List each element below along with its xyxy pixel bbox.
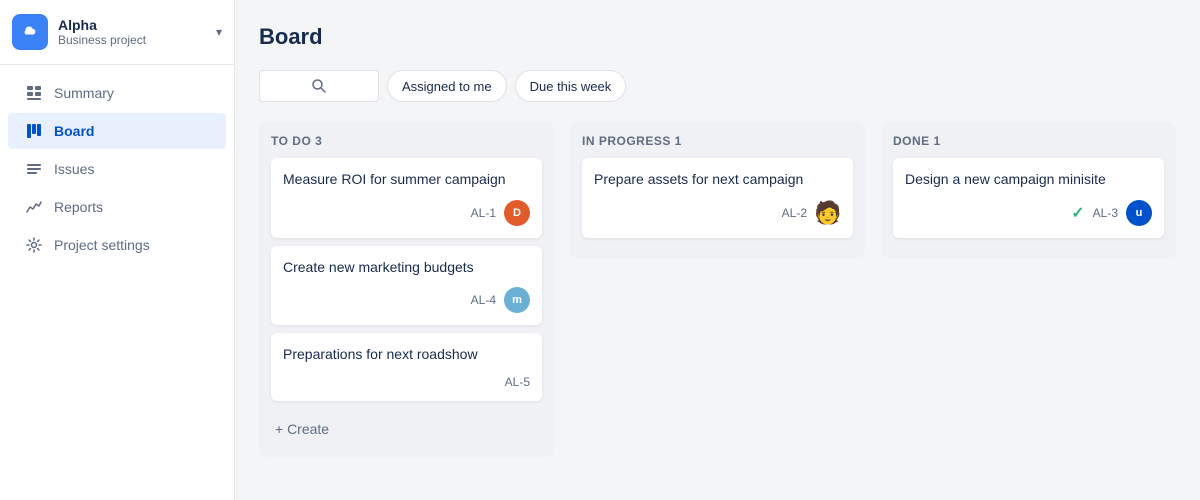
card-al3[interactable]: Design a new campaign minisite ✓ AL-3 u xyxy=(893,158,1164,238)
main-content: Board Assigned to me Due this week TO DO… xyxy=(235,0,1200,500)
card-al4-title: Create new marketing budgets xyxy=(283,258,530,278)
sidebar-item-issues[interactable]: Issues xyxy=(8,151,226,187)
column-done: DONE 1 Design a new campaign minisite ✓ … xyxy=(881,122,1176,258)
project-name-block: Alpha Business project xyxy=(58,17,216,48)
card-al3-avatar: u xyxy=(1126,200,1152,226)
column-inprogress: IN PROGRESS 1 Prepare assets for next ca… xyxy=(570,122,865,258)
card-al4-id: AL-4 xyxy=(471,293,496,307)
column-todo: TO DO 3 Measure ROI for summer campaign … xyxy=(259,122,554,457)
sidebar: Alpha Business project ▾ Summary Board I… xyxy=(0,0,235,500)
card-al3-footer: ✓ AL-3 u xyxy=(905,200,1152,226)
card-al2-avatar: 🧑 xyxy=(815,200,841,226)
settings-icon xyxy=(24,237,44,253)
card-al1-avatar: D xyxy=(504,200,530,226)
sidebar-item-board[interactable]: Board xyxy=(8,113,226,149)
sidebar-item-board-label: Board xyxy=(54,123,94,139)
board: TO DO 3 Measure ROI for summer campaign … xyxy=(259,122,1176,464)
card-al1-title: Measure ROI for summer campaign xyxy=(283,170,530,190)
card-al4-avatar: m xyxy=(504,287,530,313)
search-icon xyxy=(311,78,327,94)
sidebar-item-reports[interactable]: Reports xyxy=(8,189,226,225)
page-title: Board xyxy=(259,24,1176,50)
sidebar-item-reports-label: Reports xyxy=(54,199,103,215)
summary-icon xyxy=(24,85,44,101)
card-al1[interactable]: Measure ROI for summer campaign AL-1 D xyxy=(271,158,542,238)
sidebar-nav: Summary Board Issues Reports xyxy=(0,65,234,265)
create-card-button[interactable]: + Create xyxy=(271,413,542,445)
assigned-to-me-filter[interactable]: Assigned to me xyxy=(387,70,507,102)
card-al3-id: AL-3 xyxy=(1093,206,1118,220)
search-input[interactable] xyxy=(259,70,379,102)
check-icon: ✓ xyxy=(1071,203,1084,223)
chevron-down-icon: ▾ xyxy=(216,25,222,39)
card-al2[interactable]: Prepare assets for next campaign AL-2 🧑 xyxy=(582,158,853,238)
project-name: Alpha xyxy=(58,17,216,34)
card-al2-id: AL-2 xyxy=(782,206,807,220)
column-inprogress-title: IN PROGRESS 1 xyxy=(582,134,853,148)
card-al4-footer: AL-4 m xyxy=(283,287,530,313)
sidebar-item-summary[interactable]: Summary xyxy=(8,75,226,111)
sidebar-item-issues-label: Issues xyxy=(54,161,94,177)
card-al5-footer: AL-5 xyxy=(283,375,530,389)
column-done-title: DONE 1 xyxy=(893,134,1164,148)
toolbar: Assigned to me Due this week xyxy=(259,70,1176,102)
sidebar-item-settings-label: Project settings xyxy=(54,237,150,253)
project-avatar xyxy=(12,14,48,50)
card-al2-footer: AL-2 🧑 xyxy=(594,200,841,226)
card-al3-title: Design a new campaign minisite xyxy=(905,170,1152,190)
column-todo-title: TO DO 3 xyxy=(271,134,542,148)
card-al2-title: Prepare assets for next campaign xyxy=(594,170,841,190)
card-al1-id: AL-1 xyxy=(471,206,496,220)
issues-icon xyxy=(24,161,44,177)
card-al5-id: AL-5 xyxy=(505,375,530,389)
sidebar-item-project-settings[interactable]: Project settings xyxy=(8,227,226,263)
card-al4[interactable]: Create new marketing budgets AL-4 m xyxy=(271,246,542,326)
project-header[interactable]: Alpha Business project ▾ xyxy=(0,0,234,65)
card-al1-footer: AL-1 D xyxy=(283,200,530,226)
card-al5-title: Preparations for next roadshow xyxy=(283,345,530,365)
board-icon xyxy=(24,123,44,139)
card-al5[interactable]: Preparations for next roadshow AL-5 xyxy=(271,333,542,401)
reports-icon xyxy=(24,199,44,215)
sidebar-item-summary-label: Summary xyxy=(54,85,114,101)
project-subtitle: Business project xyxy=(58,33,216,47)
due-this-week-filter[interactable]: Due this week xyxy=(515,70,627,102)
